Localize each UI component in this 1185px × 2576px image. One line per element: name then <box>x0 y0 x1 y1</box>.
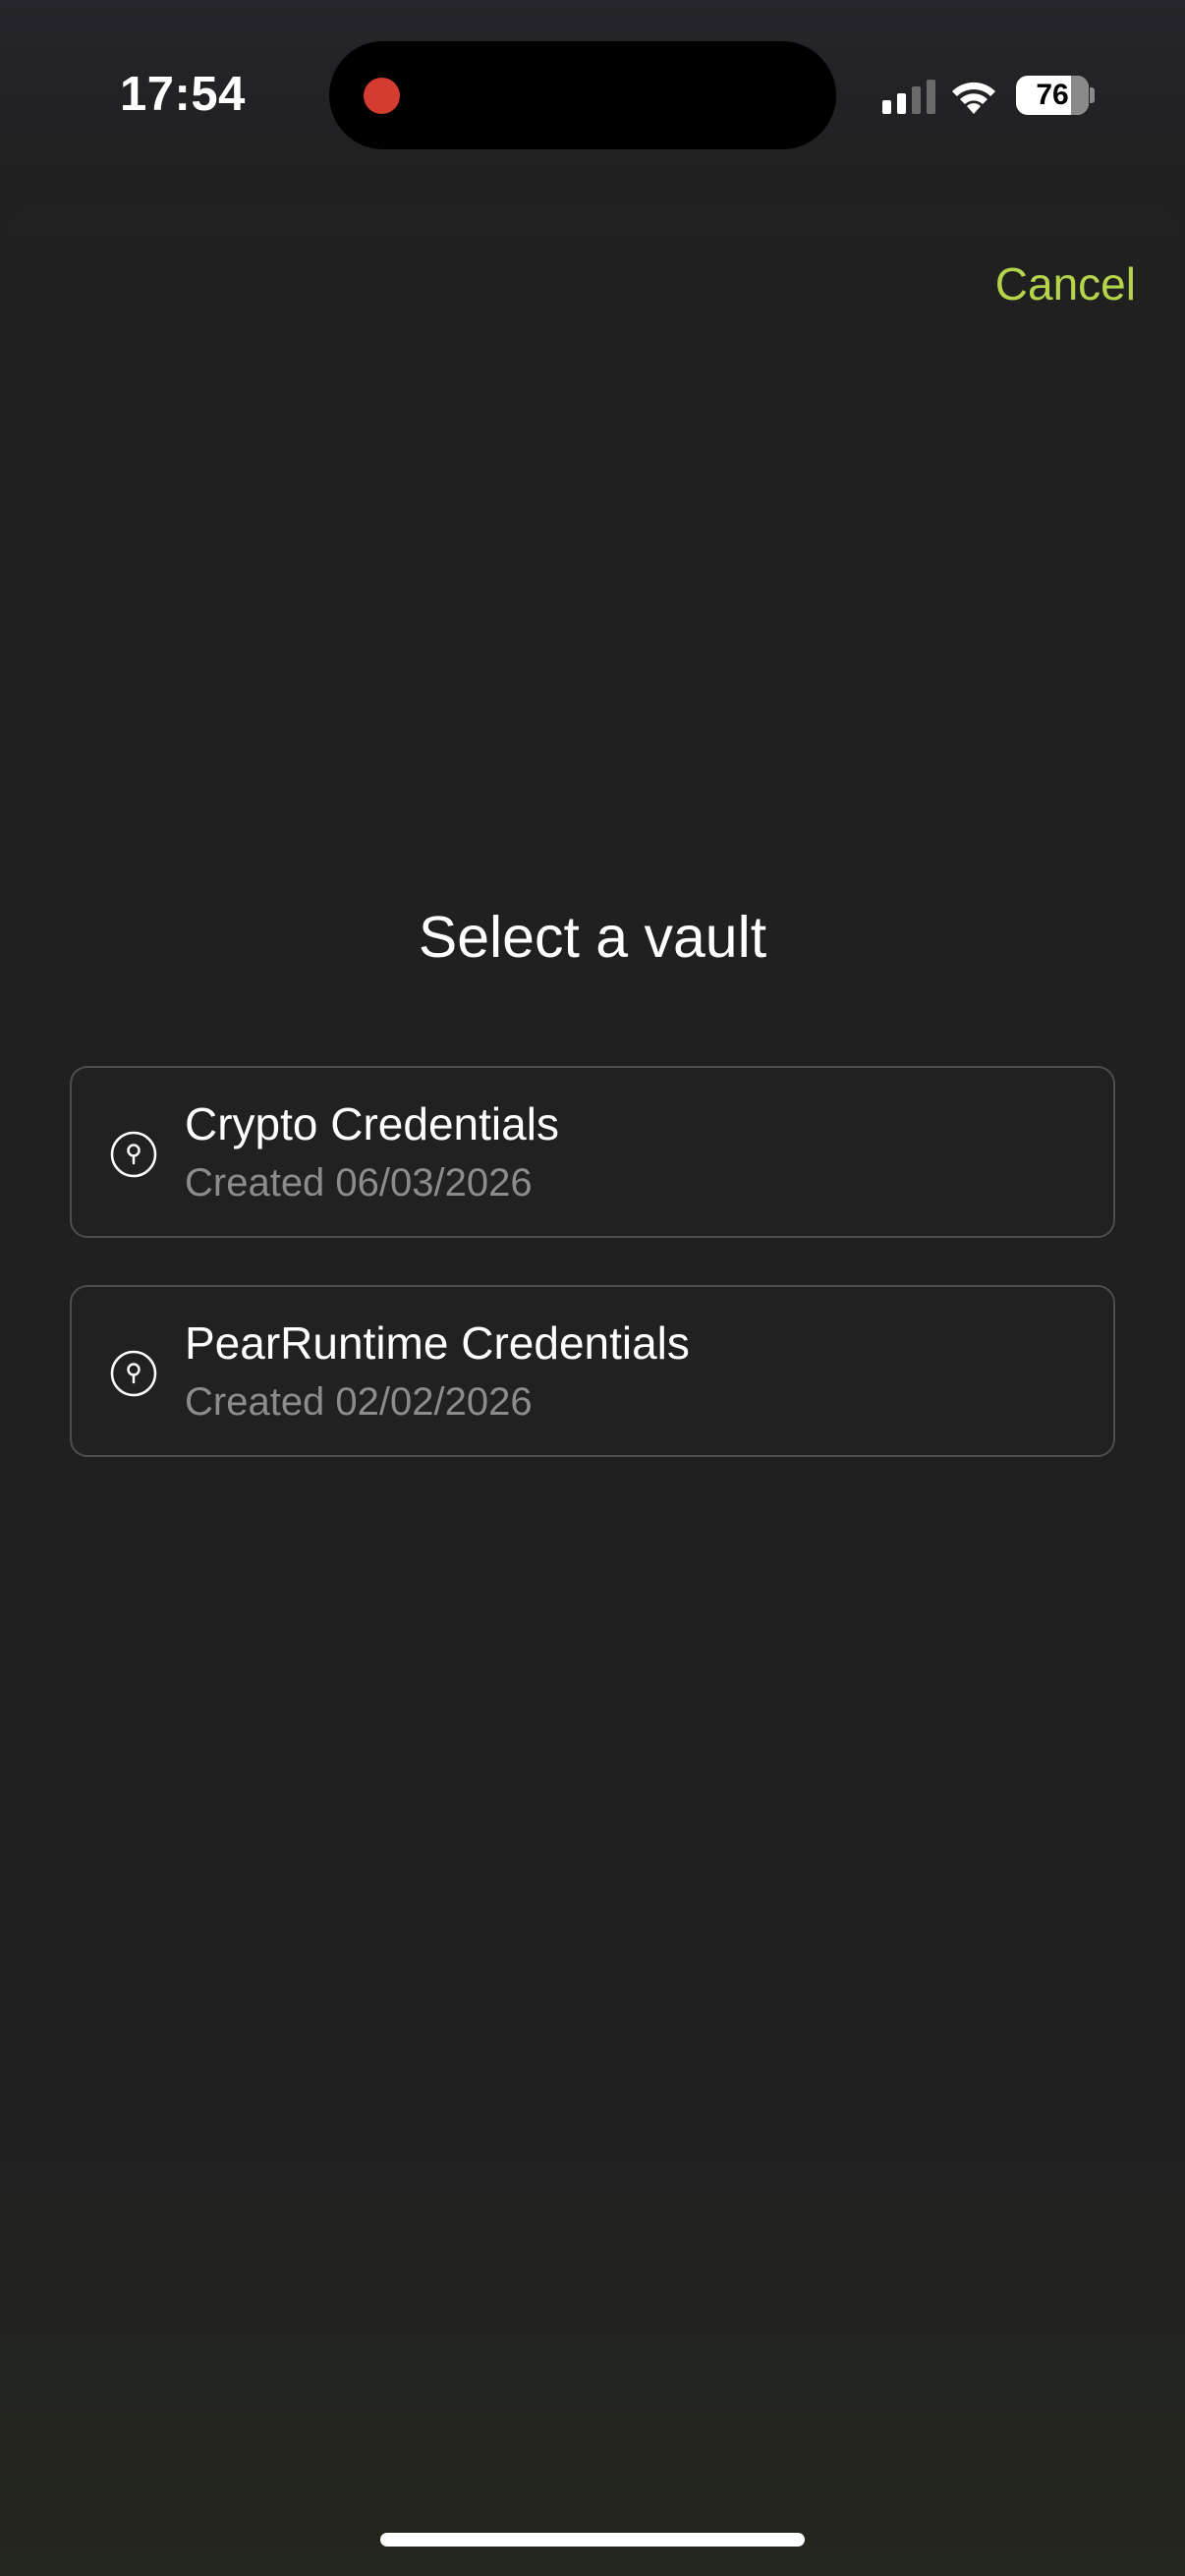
vault-name: Crypto Credentials <box>185 1098 559 1149</box>
dynamic-island <box>329 41 836 149</box>
battery-nub <box>1090 87 1095 103</box>
recording-indicator-icon <box>364 78 400 114</box>
vault-lock-icon <box>110 1350 157 1397</box>
home-indicator[interactable] <box>380 2533 805 2547</box>
vault-selector-screen: 17:54 76 Cancel Select a vault Crypto Cr… <box>0 0 1185 2576</box>
page-title: Select a vault <box>418 905 767 970</box>
vault-item-pearruntime-credentials[interactable]: PearRuntime Credentials Created 02/02/20… <box>70 1285 1115 1457</box>
battery-icon: 76 <box>1016 76 1089 115</box>
vault-name: PearRuntime Credentials <box>185 1317 690 1369</box>
status-time: 17:54 <box>120 68 246 121</box>
vault-item-crypto-credentials[interactable]: Crypto Credentials Created 06/03/2026 <box>70 1066 1115 1238</box>
wifi-icon <box>952 82 995 114</box>
signal-icon <box>882 80 935 114</box>
vault-created-date: Created 06/03/2026 <box>185 1161 533 1204</box>
modal-sheet <box>0 201 1185 241</box>
cancel-button[interactable]: Cancel <box>995 257 1136 310</box>
vault-lock-icon <box>110 1131 157 1178</box>
vault-created-date: Created 02/02/2026 <box>185 1380 533 1424</box>
battery-percent: 76 <box>1036 79 1069 111</box>
